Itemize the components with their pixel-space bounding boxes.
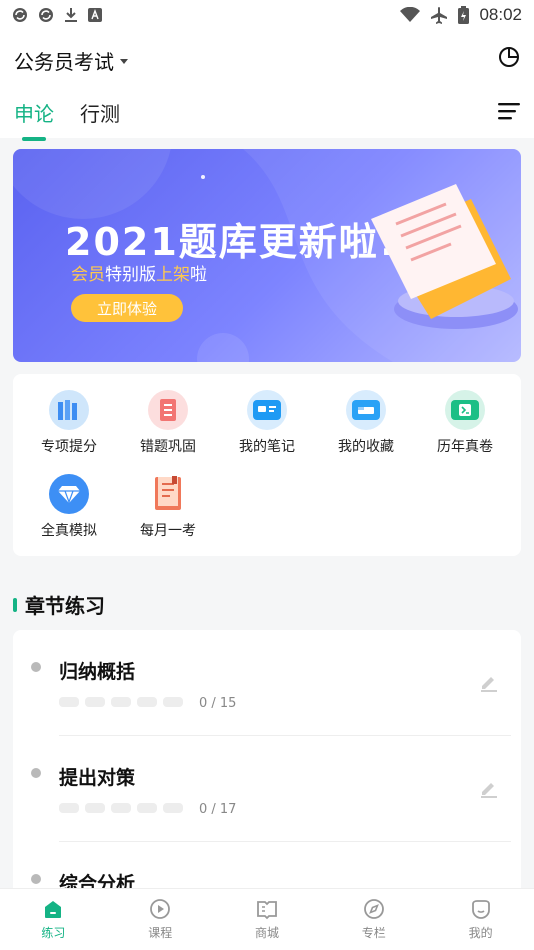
chapter-practice-heading: 章节练习 [13, 590, 105, 619]
pencil-icon[interactable] [479, 778, 499, 798]
grid-item-wrong-questions[interactable]: 错题巩固 [118, 390, 218, 456]
grid-label: 我的收藏 [338, 439, 394, 455]
nav-label: 商城 [254, 926, 279, 940]
chapter-dot [31, 662, 41, 672]
grid-item-my-favorites[interactable]: 我的收藏 [316, 390, 416, 456]
section-title: 章节练习 [25, 594, 105, 618]
function-grid: 专项提分 错题巩固 我的笔记 我的收藏 历年真卷 全真模拟 每月一考 [13, 374, 521, 556]
sync-icon [39, 8, 53, 22]
caret-down-icon [120, 59, 128, 64]
nav-store[interactable]: 商城 [214, 889, 321, 950]
banner-subtitle: 会员特别版上架啦 [71, 260, 207, 285]
status-bar: 08:02 [0, 0, 534, 30]
section-accent-bar [13, 597, 17, 612]
grid-item-full-mock[interactable]: 全真模拟 [19, 474, 119, 540]
grid-label: 我的笔记 [239, 439, 295, 455]
airplane-icon [431, 7, 448, 24]
chapter-count: 0 / 15 [199, 696, 237, 711]
header: 公务员考试 申论 行测 [0, 30, 534, 141]
exam-selector[interactable]: 公务员考试 [14, 46, 128, 75]
progress-segment [85, 803, 105, 813]
banner-subtitle-part: 会员 [71, 265, 105, 285]
grid-item-my-notes[interactable]: 我的笔记 [217, 390, 317, 456]
download-icon [65, 8, 77, 22]
tab-shenlun[interactable]: 申论 [14, 98, 54, 141]
monthly-book-icon [148, 474, 188, 514]
status-icons-right: 08:02 [400, 5, 522, 25]
grid-item-past-papers[interactable]: 历年真卷 [415, 390, 515, 456]
promo-banner[interactable]: 2021题库更新啦! 会员特别版上架啦 立即体验 [13, 149, 521, 362]
books-icon [49, 390, 89, 430]
chapter-name: 归纳概括 [59, 661, 136, 683]
nav-courses[interactable]: 课程 [107, 889, 214, 950]
past-papers-icon [445, 390, 485, 430]
grid-label: 每月一考 [140, 523, 196, 539]
favorites-icon [346, 390, 386, 430]
nav-practice[interactable]: 练习 [0, 889, 107, 950]
banner-subtitle-part: 上架 [156, 265, 190, 285]
nav-profile[interactable]: 我的 [427, 889, 534, 950]
tab-xingce[interactable]: 行测 [80, 98, 120, 127]
chapter-item[interactable]: 归纳概括 0 / 15 [13, 630, 521, 735]
chapter-progress-bar [59, 697, 183, 707]
grid-label: 历年真卷 [437, 439, 493, 455]
chapter-name: 提出对策 [59, 767, 136, 789]
nav-label: 我的 [468, 926, 493, 940]
subject-tabs: 申论 行测 [14, 98, 120, 141]
compass-icon [363, 899, 384, 919]
profile-icon [471, 900, 490, 919]
banner-subtitle-part: 特别版 [105, 265, 156, 285]
diamond-icon [49, 474, 89, 514]
notes-icon [247, 390, 287, 430]
battery-icon [458, 6, 470, 24]
progress-segment [163, 803, 183, 813]
wifi-icon [400, 7, 421, 22]
try-now-button[interactable]: 立即体验 [71, 294, 183, 322]
chapter-count: 0 / 17 [199, 802, 237, 817]
bottom-tab-bar: 练习 课程 商城 专栏 我的 [0, 888, 534, 950]
progress-segment [137, 803, 157, 813]
chapter-item[interactable]: 提出对策 0 / 17 [13, 736, 521, 841]
a-icon [88, 8, 102, 22]
status-time: 08:02 [479, 5, 522, 24]
grid-label: 专项提分 [41, 439, 97, 455]
play-icon [150, 899, 171, 919]
status-icons-left [12, 7, 102, 23]
progress-segment [59, 697, 79, 707]
progress-segment [111, 697, 131, 707]
nav-label: 练习 [41, 926, 66, 940]
chapter-dot [31, 768, 41, 778]
grid-item-monthly-exam[interactable]: 每月一考 [118, 474, 218, 540]
progress-segment [59, 803, 79, 813]
pencil-icon[interactable] [479, 672, 499, 692]
progress-segment [137, 697, 157, 707]
home-icon [45, 901, 62, 918]
nav-column[interactable]: 专栏 [320, 889, 427, 950]
grid-item-special-practice[interactable]: 专项提分 [19, 390, 119, 456]
progress-segment [163, 697, 183, 707]
exam-title: 公务员考试 [14, 50, 114, 74]
nav-label: 课程 [148, 926, 173, 940]
progress-segment [85, 697, 105, 707]
banner-title: 2021题库更新啦! [65, 220, 399, 264]
pie-chart-icon[interactable] [498, 46, 520, 68]
papers-illustration [371, 184, 518, 329]
error-book-icon [148, 390, 188, 430]
grid-label: 全真模拟 [41, 523, 97, 539]
grid-label: 错题巩固 [140, 439, 196, 455]
chapter-dot [31, 874, 41, 884]
progress-segment [111, 803, 131, 813]
store-book-icon [257, 901, 277, 920]
nav-label: 专栏 [361, 926, 386, 940]
banner-subtitle-part: 啦 [190, 265, 207, 285]
chapter-list: 归纳概括 0 / 15 提出对策 0 / 17 综合分析 [13, 630, 521, 900]
chapter-progress-bar [59, 803, 183, 813]
menu-icon[interactable] [498, 102, 520, 120]
sync-icon [13, 8, 27, 22]
